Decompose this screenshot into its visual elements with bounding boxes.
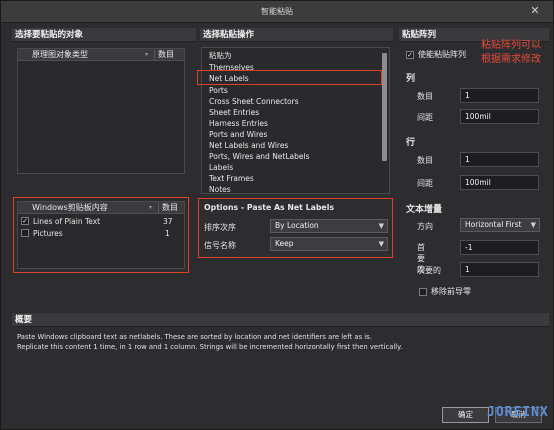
select-objects-header: 选择要粘贴的对象	[12, 28, 196, 42]
paste-option-ports[interactable]: Ports	[209, 85, 228, 96]
object-type-list[interactable]: 原理图对象类型 ▾ 数目	[17, 48, 185, 174]
remove-leading-zeros-checkbox[interactable]	[419, 288, 427, 296]
enable-paste-array-label: 使能粘贴阵列	[418, 50, 466, 59]
scrollbar-thumb[interactable]	[382, 53, 387, 161]
window-title: 智能粘贴	[261, 7, 293, 16]
direction-label: 方向	[417, 222, 433, 231]
secondary-input[interactable]: 1	[460, 262, 539, 277]
clipboard-highlight-box	[13, 197, 189, 273]
column-sort-icon[interactable]: ▾	[145, 49, 148, 61]
watermark-logo: JOREINX	[487, 405, 549, 420]
column-spacing-input[interactable]: 100mil	[460, 109, 539, 124]
direction-dropdown[interactable]: Horizontal First ▼	[460, 218, 540, 232]
chevron-down-icon: ▼	[530, 221, 536, 229]
options-highlight-box	[198, 198, 393, 258]
ok-button[interactable]: 确定	[442, 407, 489, 423]
column-count-label: 数目	[417, 92, 433, 101]
paste-option-notes[interactable]: Notes	[209, 184, 231, 195]
row-count-label: 数目	[417, 156, 433, 165]
columns-title: 列	[406, 74, 416, 84]
summary-header: 概要	[12, 313, 549, 327]
paste-option-ports-wires-netlabels[interactable]: Ports, Wires and NetLabels	[209, 151, 310, 162]
row-spacing-label: 间距	[417, 179, 433, 188]
text-increment-title: 文本增量	[406, 205, 443, 215]
paste-list-scrollbar[interactable]	[381, 49, 388, 192]
smart-paste-dialog: 智能粘贴 ✕ 选择要粘贴的对象 原理图对象类型 ▾ 数目 Windows剪贴板内…	[0, 0, 554, 430]
paste-option-net-labels-and-wires[interactable]: Net Labels and Wires	[209, 140, 288, 151]
column-spacing-label: 间距	[417, 113, 433, 122]
object-type-column-header[interactable]: 原理图对象类型	[32, 49, 88, 61]
direction-value: Horizontal First	[465, 220, 522, 229]
paste-option-ports-and-wires[interactable]: Ports and Wires	[209, 129, 267, 140]
summary-line-1: Paste Windows clipboard text as netlabel…	[17, 333, 372, 341]
paste-option-text-frames[interactable]: Text Frames	[209, 173, 254, 184]
annotation-line-1: 粘贴阵列可以	[481, 40, 541, 51]
paste-option-labels[interactable]: Labels	[209, 162, 233, 173]
secondary-label: 次要的	[417, 266, 441, 275]
paste-option-sheet-entries[interactable]: Sheet Entries	[209, 107, 259, 118]
net-labels-highlight-box	[197, 70, 382, 85]
paste-option-cross-sheet-connectors[interactable]: Cross Sheet Connectors	[209, 96, 299, 107]
enable-paste-array-checkbox[interactable]: ✓	[406, 51, 414, 59]
summary-line-2: Replicate this content 1 time, in 1 row …	[17, 343, 403, 351]
column-count-input[interactable]: 1	[460, 88, 539, 103]
count-column-header[interactable]: 数目	[158, 49, 174, 61]
paste-as-label: 粘贴为	[209, 51, 232, 60]
annotation-line-2: 根据需求修改	[481, 54, 541, 65]
row-spacing-input[interactable]: 100mil	[460, 175, 539, 190]
title-bar: 智能粘贴 ✕	[1, 1, 553, 23]
row-count-input[interactable]: 1	[460, 152, 539, 167]
rows-title: 行	[406, 138, 416, 148]
object-list-header: 原理图对象类型 ▾ 数目	[18, 49, 184, 61]
column-separator	[154, 50, 155, 60]
close-icon[interactable]: ✕	[523, 3, 547, 19]
remove-leading-zeros-label: 移除前导零	[431, 287, 471, 296]
paste-option-harness-entries[interactable]: Harness Entries	[209, 118, 268, 129]
select-paste-action-header: 选择粘贴操作	[200, 28, 393, 42]
primary-input[interactable]: -1	[460, 240, 539, 255]
